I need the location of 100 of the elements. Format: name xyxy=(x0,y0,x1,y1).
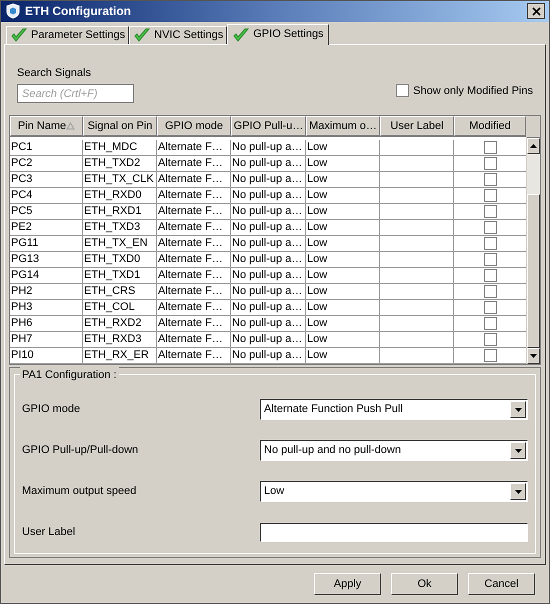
modified-checkbox[interactable] xyxy=(484,189,496,202)
table-cell: No pull-up a… xyxy=(231,188,306,204)
dialog-button[interactable]: Ok xyxy=(391,573,458,596)
table-cell: PH6 xyxy=(10,316,83,332)
table-cell: Low xyxy=(306,172,380,188)
modified-checkbox[interactable] xyxy=(484,317,496,330)
check-icon xyxy=(133,27,152,44)
table-cell: PC4 xyxy=(10,188,83,204)
table-cell: No pull-up a… xyxy=(231,236,306,252)
scrollbar[interactable] xyxy=(526,116,540,364)
column-header[interactable]: Signal on Pin xyxy=(83,116,157,136)
modified-checkbox[interactable] xyxy=(484,269,496,282)
dropdown[interactable]: Low xyxy=(260,481,528,502)
table-cell: PI10 xyxy=(10,348,83,364)
table-cell: ETH_RXD0 xyxy=(83,188,157,204)
table-cell: Low xyxy=(306,252,380,268)
dialog-button[interactable]: Cancel xyxy=(468,573,535,596)
table-cell: PH7 xyxy=(10,332,83,348)
modified-checkbox[interactable] xyxy=(484,285,496,298)
field-label: GPIO mode xyxy=(22,402,80,418)
tab[interactable]: Parameter Settings xyxy=(6,26,130,44)
column-header[interactable]: GPIO mode xyxy=(157,116,231,136)
column-header[interactable]: Maximum o… xyxy=(306,116,380,136)
scroll-thumb[interactable] xyxy=(527,194,540,348)
table-cell: ETH_TXD3 xyxy=(83,220,157,236)
modified-checkbox[interactable] xyxy=(484,141,496,154)
table-cell: Alternate F… xyxy=(157,332,231,348)
column-header[interactable]: Modified xyxy=(454,116,526,136)
table-cell: Low xyxy=(306,188,380,204)
table-cell: Low xyxy=(306,220,380,236)
window-title: ETH Configuration xyxy=(25,3,132,20)
table-cell: PC3 xyxy=(10,172,83,188)
dropdown[interactable]: No pull-up and no pull-down xyxy=(260,440,528,462)
table-cell: Alternate F… xyxy=(157,348,231,364)
table-cell: Alternate F… xyxy=(157,220,231,236)
table-cell: Low xyxy=(306,204,380,220)
table-cell: PC2 xyxy=(10,156,83,172)
tab[interactable]: NVIC Settings xyxy=(129,26,228,44)
scroll-up-button[interactable] xyxy=(527,138,540,154)
table-cell: No pull-up a… xyxy=(231,316,306,332)
table-cell: Low xyxy=(306,300,380,316)
modified-checkbox[interactable] xyxy=(484,173,496,186)
input-field[interactable] xyxy=(260,523,528,542)
dropdown[interactable]: Alternate Function Push Pull xyxy=(260,399,528,420)
check-icon xyxy=(10,27,28,44)
table-cell: No pull-up a… xyxy=(231,348,306,364)
table-cell: Alternate F… xyxy=(157,252,231,268)
search-field[interactable]: Search (Crtl+F) xyxy=(17,84,134,104)
tab[interactable]: GPIO Settings xyxy=(227,24,329,45)
table-cell: Low xyxy=(306,140,380,156)
close-button[interactable] xyxy=(527,3,545,20)
modified-checkbox[interactable] xyxy=(484,205,496,218)
table-cell: PC5 xyxy=(10,204,83,220)
table-cell: Alternate F… xyxy=(157,268,231,284)
table-cell: No pull-up a… xyxy=(231,300,306,316)
table-cell: Alternate F… xyxy=(157,236,231,252)
table-cell: ETH_RXD2 xyxy=(83,316,157,332)
table-cell: ETH_RX_ER xyxy=(83,348,157,364)
table-cell: Low xyxy=(306,284,380,300)
table-cell: Alternate F… xyxy=(157,300,231,316)
table-cell: PE2 xyxy=(10,220,83,236)
table-cell: PG14 xyxy=(10,268,83,284)
caret-up-icon xyxy=(530,144,537,148)
column-header[interactable]: User Label xyxy=(380,116,454,136)
table-cell: Low xyxy=(306,156,380,172)
checkbox-label: Show only Modified Pins xyxy=(413,84,533,99)
table-cell: Alternate F… xyxy=(157,140,231,156)
checkbox[interactable] xyxy=(396,84,410,98)
table-cell: Alternate F… xyxy=(157,316,231,332)
search-label: Search Signals xyxy=(17,66,92,81)
scroll-down-button[interactable] xyxy=(527,348,540,364)
table-cell: ETH_TXD1 xyxy=(83,268,157,284)
table-cell: ETH_RXD1 xyxy=(83,204,157,220)
sort-icon xyxy=(66,122,76,130)
table-cell: PG13 xyxy=(10,252,83,268)
table-cell: No pull-up a… xyxy=(231,220,306,236)
check-icon xyxy=(232,26,250,43)
table-cell: PH3 xyxy=(10,300,83,316)
column-header[interactable]: GPIO Pull-u… xyxy=(231,116,306,136)
modified-checkbox[interactable] xyxy=(484,349,496,362)
modified-checkbox[interactable] xyxy=(484,333,496,346)
table-cell: No pull-up a… xyxy=(231,204,306,220)
table-cell: ETH_TXD0 xyxy=(83,252,157,268)
close-icon xyxy=(532,6,540,16)
field-label: Maximum output speed xyxy=(22,484,136,500)
modified-checkbox[interactable] xyxy=(484,253,496,266)
modified-checkbox[interactable] xyxy=(484,157,496,170)
table-cell: No pull-up a… xyxy=(231,268,306,284)
field-label: User Label xyxy=(22,525,76,540)
table-cell: Alternate F… xyxy=(157,284,231,300)
modified-checkbox[interactable] xyxy=(484,237,496,250)
table-cell: Low xyxy=(306,348,380,364)
table-cell: ETH_TX_CLK xyxy=(83,172,157,188)
caret-down-icon xyxy=(530,354,537,358)
field-label: GPIO Pull-up/Pull-down xyxy=(22,443,138,458)
table-cell: PH2 xyxy=(10,284,83,300)
dialog-button[interactable]: Apply xyxy=(314,573,381,596)
column-header[interactable]: Pin Name xyxy=(10,116,83,136)
modified-checkbox[interactable] xyxy=(484,301,496,314)
modified-checkbox[interactable] xyxy=(484,221,496,234)
